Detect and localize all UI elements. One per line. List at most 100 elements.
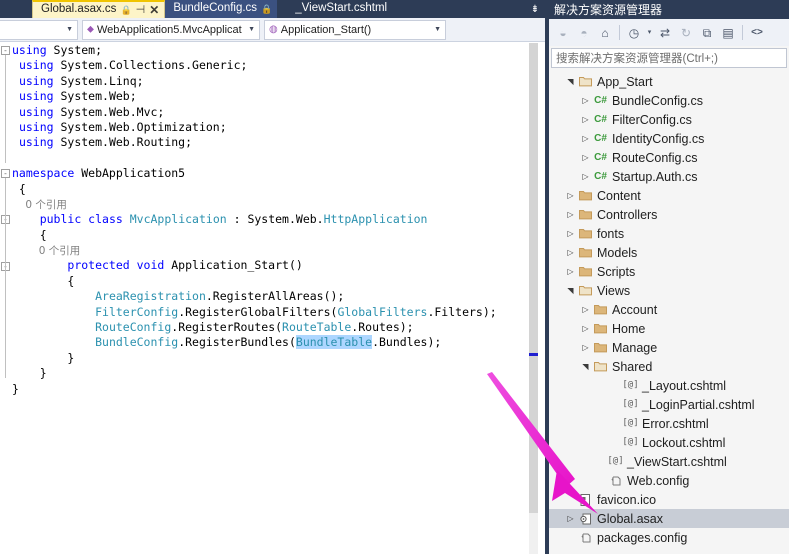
twisty-expanded-icon[interactable]: ◢	[581, 360, 590, 373]
tree-item-app-start[interactable]: ◢ App_Start	[549, 72, 789, 91]
code-token: .Bundles);	[372, 335, 442, 350]
razor-view-icon: [@]	[622, 437, 639, 447]
refresh-icon[interactable]: ↻	[676, 23, 696, 43]
forward-icon[interactable]: ◓	[574, 23, 594, 43]
code-token: 0 个引用	[12, 245, 81, 258]
tab-label: _ViewStart.cshtml	[295, 2, 388, 15]
fold-collapse-icon[interactable]: -	[1, 169, 10, 179]
tree-item-home[interactable]: ▷ Home	[549, 319, 789, 338]
pin-icon[interactable]: ⊣	[136, 4, 146, 16]
twisty-collapsed-icon[interactable]: ▷	[564, 267, 577, 276]
scrollbar-thumb[interactable]	[529, 43, 538, 513]
code-token: using	[18, 89, 54, 104]
type-dropdown[interactable]: ⬥ WebApplication5.MvcApplicat ▼	[82, 19, 260, 40]
twisty-collapsed-icon[interactable]: ▷	[579, 96, 592, 105]
twisty-collapsed-icon[interactable]: ▷	[564, 210, 577, 219]
tab-label: Global.asax.cs	[41, 3, 117, 16]
tree-item-label: Global.asax	[597, 511, 664, 526]
editor-vertical-scrollbar[interactable]: ▲	[529, 43, 538, 554]
member-dropdown[interactable]: ◍ Application_Start() ▼	[264, 19, 446, 40]
chevron-down-icon[interactable]: ▾	[645, 23, 654, 43]
twisty-expanded-icon[interactable]: ◢	[566, 75, 575, 88]
code-text[interactable]: using System; using System.Collections.G…	[12, 43, 529, 397]
twisty-collapsed-icon[interactable]: ▷	[579, 153, 592, 162]
home-icon[interactable]: ⌂	[595, 23, 615, 43]
twisty-collapsed-icon[interactable]: ▷	[579, 134, 592, 143]
tree-item-label: BundleConfig.cs	[612, 93, 704, 108]
twisty-collapsed-icon[interactable]: ▷	[579, 343, 592, 352]
twisty-collapsed-icon[interactable]: ▷	[579, 305, 592, 314]
code-token: : System.Web.	[226, 212, 324, 227]
tree-item-web-config[interactable]: · Web.config	[549, 471, 789, 490]
tree-item-label: Lockout.cshtml	[642, 435, 726, 450]
tree-item-global-asax[interactable]: ▷ Global.asax	[549, 509, 789, 528]
tree-item-layout-cshtml[interactable]: ·[@]_Layout.cshtml	[549, 376, 789, 395]
visual-studio-window: Global.asax.cs 🔒 ⊣ ✕ BundleConfig.cs 🔒 _…	[0, 0, 789, 554]
fold-collapse-icon[interactable]: -	[1, 46, 10, 55]
tab-bundleconfig-cs[interactable]: BundleConfig.cs 🔒	[165, 0, 278, 18]
namespace-dropdown[interactable]: ation5 ▼	[0, 19, 78, 40]
collapse-all-icon[interactable]: ⧉	[697, 23, 717, 43]
code-token: using	[18, 73, 54, 88]
tree-item-error-cshtml[interactable]: ·[@]Error.cshtml	[549, 414, 789, 433]
code-line: 0 个引用	[12, 243, 529, 258]
tree-item-startup-auth-cs[interactable]: ▷ C# Startup.Auth.cs	[549, 167, 789, 186]
properties-icon[interactable]: ▤	[718, 23, 738, 43]
twisty-collapsed-icon[interactable]: ▷	[579, 324, 592, 333]
tree-item-loginpartial-cshtml[interactable]: ·[@]_LoginPartial.cshtml	[549, 395, 789, 414]
tree-item-label: _LoginPartial.cshtml	[642, 397, 755, 412]
tab-label: BundleConfig.cs	[173, 2, 258, 15]
tree-item-filterconfig-cs[interactable]: ▷ C# FilterConfig.cs	[549, 110, 789, 129]
tree-item-fonts[interactable]: ▷ fonts	[549, 224, 789, 243]
tree-item-shared[interactable]: ◢ Shared	[549, 357, 789, 376]
twisty-collapsed-icon[interactable]: ▷	[564, 514, 577, 523]
code-token: GlobalFilters	[337, 304, 428, 319]
code-fold-margin[interactable]: ----	[0, 43, 12, 554]
back-icon[interactable]: ◒	[553, 23, 573, 43]
twisty-collapsed-icon[interactable]: ▷	[579, 172, 592, 181]
close-icon[interactable]: ✕	[149, 4, 159, 16]
solution-explorer-tree[interactable]: ◢ App_Start ▷ C# BundleConfig.cs ▷ C# FilterCon…	[549, 72, 789, 554]
code-line: AreaRegistration.RegisterAllAreas();	[12, 289, 529, 304]
tree-item-label: IdentityConfig.cs	[612, 131, 705, 146]
tree-item-models[interactable]: ▷ Models	[549, 243, 789, 262]
twisty-expanded-icon[interactable]: ◢	[566, 284, 575, 297]
solution-explorer-search-input[interactable]: 搜索解决方案资源管理器(Ctrl+;)	[551, 48, 787, 68]
show-all-files-icon[interactable]: <>	[747, 23, 767, 43]
code-editor-surface[interactable]: ---- using System; using System.Collecti…	[0, 43, 529, 554]
twisty-collapsed-icon[interactable]: ▷	[564, 191, 577, 200]
tree-item-identityconfig-cs[interactable]: ▷ C# IdentityConfig.cs	[549, 129, 789, 148]
twisty-collapsed-icon[interactable]: ▷	[564, 248, 577, 257]
code-token: System.Web.Routing;	[53, 135, 193, 150]
tab-global-asax-cs[interactable]: Global.asax.cs 🔒 ⊣ ✕	[32, 0, 166, 18]
solution-explorer-panel: 解决方案资源管理器 ◒ ◓ ⌂ ◷ ▾ ⇄ ↻ ⧉ ▤ <> 搜索解决方案资源管理器(Ctrl+;…	[545, 0, 789, 554]
pending-changes-icon[interactable]: ◷	[624, 23, 644, 43]
twisty-collapsed-icon[interactable]: ▷	[579, 115, 592, 124]
tab-viewstart-cshtml[interactable]: _ViewStart.cshtml	[277, 0, 392, 18]
code-token: Application_Start()	[164, 258, 303, 273]
tree-item-bundleconfig-cs[interactable]: ▷ C# BundleConfig.cs	[549, 91, 789, 110]
tree-item-controllers[interactable]: ▷ Controllers	[549, 205, 789, 224]
tree-item-label: packages.config	[597, 530, 688, 545]
solution-explorer-toolbar: ◒ ◓ ⌂ ◷ ▾ ⇄ ↻ ⧉ ▤ <>	[549, 19, 789, 46]
code-line: {	[12, 228, 529, 243]
tab-overflow-chevron-icon[interactable]: ⇟	[525, 0, 545, 18]
tree-item-content[interactable]: ▷ Content	[549, 186, 789, 205]
tree-item-lockout-cshtml[interactable]: ·[@]Lockout.cshtml	[549, 433, 789, 452]
tree-item-viewstart-cshtml[interactable]: ·[@]_ViewStart.cshtml	[549, 452, 789, 471]
tree-item-packages-config[interactable]: · packages.config	[549, 528, 789, 547]
tree-item-favicon-ico[interactable]: · favicon.ico	[549, 490, 789, 509]
twisty-collapsed-icon[interactable]: ▷	[564, 229, 577, 238]
tree-item-account[interactable]: ▷ Account	[549, 300, 789, 319]
chevron-down-icon: ▼	[66, 26, 73, 33]
tree-item-scripts[interactable]: ▷ Scripts	[549, 262, 789, 281]
tree-item-routeconfig-cs[interactable]: ▷ C# RouteConfig.cs	[549, 148, 789, 167]
tree-item-manage[interactable]: ▷ Manage	[549, 338, 789, 357]
tree-item-views[interactable]: ◢ Views	[549, 281, 789, 300]
sync-with-active-document-icon[interactable]: ⇄	[655, 23, 675, 43]
folder-icon	[577, 209, 594, 220]
code-token: HttpApplication	[323, 212, 428, 227]
code-token: protected void	[67, 258, 165, 273]
